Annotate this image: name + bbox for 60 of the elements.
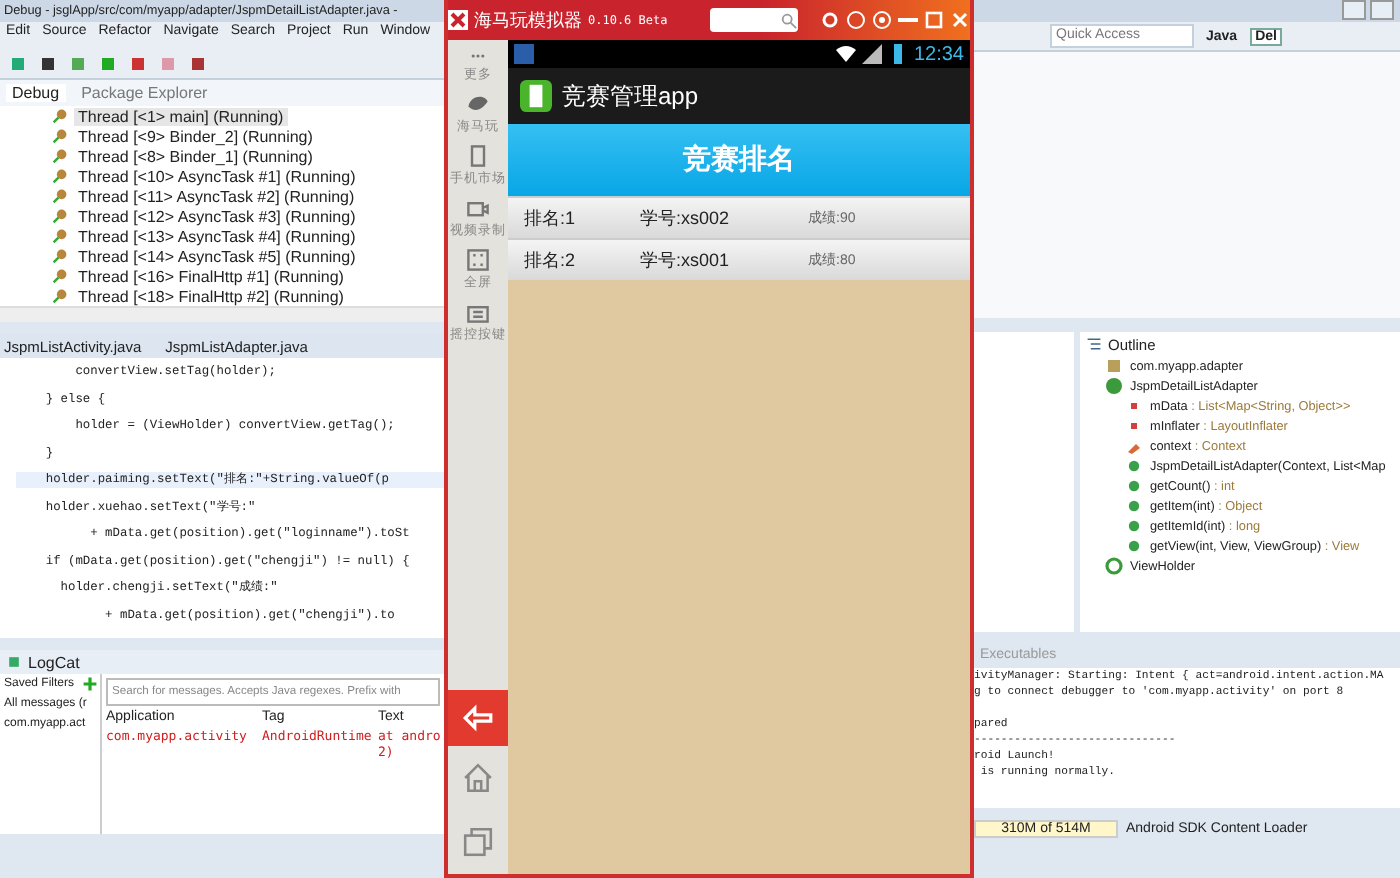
restore-button[interactable] — [1370, 0, 1394, 20]
thread-icon — [52, 128, 68, 144]
notification-icon — [514, 44, 534, 64]
thread-icon — [52, 108, 68, 124]
search-icon — [779, 11, 798, 29]
package-icon — [1104, 356, 1124, 376]
app-icon — [520, 80, 552, 112]
camera-icon — [466, 196, 490, 220]
thread-icon — [52, 228, 68, 244]
signal-icon — [861, 44, 882, 64]
class-icon — [1104, 556, 1124, 576]
scrollbar[interactable] — [0, 306, 444, 322]
class-icon — [1104, 376, 1124, 396]
thread-icon — [52, 208, 68, 224]
rank-text: 排名:2 — [524, 247, 578, 273]
settings-icon — [820, 10, 840, 30]
keyboard-icon — [466, 300, 490, 324]
clock: 12:34 — [913, 43, 964, 65]
view-title: LogCat — [28, 653, 80, 671]
recent-apps-icon — [462, 826, 494, 858]
minimize-button[interactable] — [1342, 0, 1366, 20]
thread-item[interactable]: Thread [<16> FinalHttp #1] (Running) — [74, 267, 348, 285]
search-field[interactable] — [709, 8, 798, 32]
emulator-title: 海马玩模拟器 — [474, 7, 582, 33]
leaf-icon — [466, 92, 490, 116]
close-icon — [950, 10, 970, 30]
thread-item[interactable]: Thread [<1> main] (Running) — [74, 107, 288, 125]
outline-icon — [1086, 336, 1102, 352]
home-icon — [462, 762, 494, 794]
back-button[interactable] — [448, 690, 508, 746]
fullscreen-icon — [466, 248, 490, 272]
help-icon — [846, 10, 866, 30]
rank-text: 排名:1 — [524, 205, 578, 231]
view-tab[interactable]: Package Explorer — [81, 84, 208, 102]
view-tab[interactable]: Debug — [6, 84, 66, 102]
thread-icon — [52, 188, 68, 204]
student-id-text: 学号:xs001 — [640, 247, 732, 273]
back-arrow-icon — [460, 702, 496, 734]
thread-item[interactable]: Thread [<14> AsyncTask #5] (Running) — [74, 247, 360, 265]
thread-icon — [52, 248, 68, 264]
student-id-text: 学号:xs002 — [640, 205, 732, 231]
thread-item[interactable]: Thread [<10> AsyncTask #1] (Running) — [74, 167, 360, 185]
thread-item[interactable]: Thread [<8> Binder_1] (Running) — [74, 147, 317, 165]
thread-icon — [52, 268, 68, 284]
thread-icon — [52, 168, 68, 184]
wifi-icon — [835, 44, 856, 64]
thread-item[interactable]: Thread [<13> AsyncTask #4] (Running) — [74, 227, 360, 245]
thread-item[interactable]: Thread [<9> Binder_2] (Running) — [74, 127, 317, 145]
thread-icon — [52, 288, 68, 304]
phone-icon — [466, 144, 490, 168]
thread-item[interactable]: Thread [<12> AsyncTask #3] (Running) — [74, 207, 360, 225]
logcat-icon — [6, 654, 22, 670]
app-title: 竞赛管理app — [562, 79, 699, 113]
page-header: 竞赛排名 — [508, 124, 970, 196]
thread-icon — [52, 148, 68, 164]
maximize-icon — [924, 10, 944, 30]
add-icon — [82, 676, 99, 692]
thread-item[interactable]: Thread [<11> AsyncTask #2] (Running) — [74, 187, 359, 205]
thread-item[interactable]: Thread [<18> FinalHttp #2] (Running) — [74, 287, 348, 305]
minimize-icon — [898, 18, 918, 22]
